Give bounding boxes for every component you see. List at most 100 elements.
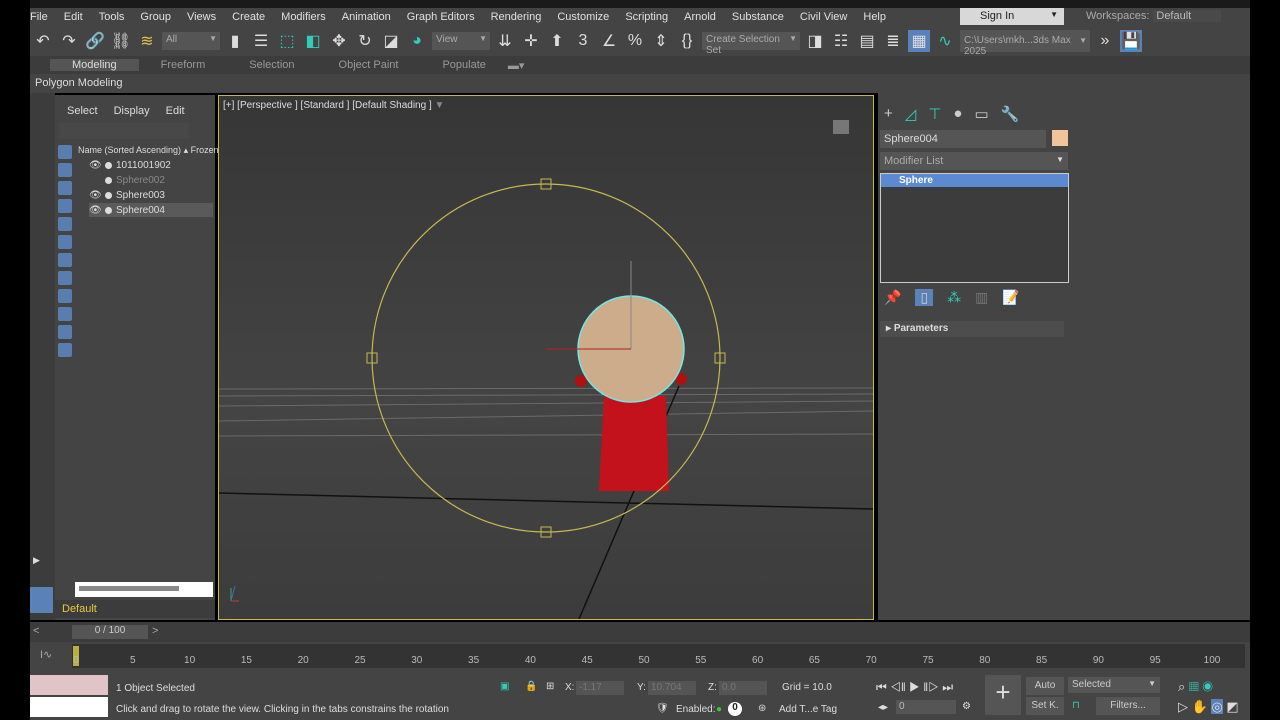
adaptive-degradation-icon[interactable]: 🛡 [656,703,669,714]
object-name-field[interactable]: Sphere004 [880,130,1046,148]
sign-in-dropdown[interactable]: Sign In ▼ [960,8,1064,25]
remove-modifier-icon[interactable]: ▥ [975,289,988,306]
select-manipulate-icon[interactable]: ✛ [520,30,542,52]
pin-stack-icon[interactable]: 📌 [884,289,901,306]
eye-icon[interactable]: 👁 [89,160,102,171]
eye-icon[interactable]: 👁 [89,205,102,216]
menu-help[interactable]: Help [855,11,894,23]
explorer-menu-display[interactable]: Display [114,105,150,117]
timeline-track[interactable]: 0 5 10 15 20 25 30 35 40 45 50 55 60 65 70 75 80 85 90 95 10… [72,644,1245,668]
menu-file[interactable]: File [30,11,56,23]
frozen-filter-icon[interactable] [58,325,72,339]
isolate-selection-icon[interactable]: ▣ [500,681,509,692]
overflow-chevron-icon[interactable]: » [1094,30,1116,52]
tab-selection[interactable]: Selection [227,59,316,71]
list-item[interactable]: Sphere002 [89,173,213,187]
key-filter-dropdown[interactable]: Selected ▼ [1068,677,1160,693]
zoom-extents-icon[interactable]: ◉ [1202,679,1212,694]
display-tab-icon[interactable]: ▭ [974,105,988,123]
spinner-snap-icon[interactable]: ⇕ [650,30,672,52]
rectangular-selection-icon[interactable]: ⬚ [276,30,298,52]
go-to-end-icon[interactable]: ⏭ [942,680,953,694]
menu-views[interactable]: Views [179,11,224,23]
prev-frame-arrow[interactable]: < [33,625,39,637]
save-icon[interactable]: 💾 [1120,29,1142,52]
render-dot-icon[interactable] [105,161,112,169]
current-frame-field[interactable]: 0 [896,700,956,714]
shapes-filter-icon[interactable] [58,163,72,177]
explorer-scrollbar[interactable] [75,582,213,597]
set-key-button[interactable]: Set K. [1026,697,1064,715]
groups-filter-icon[interactable] [58,253,72,267]
hidden-filter-icon[interactable] [58,343,72,357]
object-color-swatch[interactable] [1052,130,1068,146]
maximize-viewport-icon[interactable]: ◩ [1226,699,1238,714]
next-key-icon[interactable]: ‖▷ [923,680,939,694]
menu-arnold[interactable]: Arnold [676,11,724,23]
modify-tab-icon[interactable]: ◿ [905,105,917,123]
name-column-header[interactable]: Name (Sorted Ascending) ▴ Frozen [78,145,219,156]
explorer-menu-edit[interactable]: Edit [166,105,185,117]
tab-freeform[interactable]: Freeform [139,59,228,71]
place-icon[interactable]: ◕ [406,30,428,52]
orbit-icon[interactable]: ◎ [1211,699,1223,714]
link-icon[interactable]: 🔗 [84,30,106,52]
add-time-tag[interactable]: Add T...e Tag [779,704,837,715]
named-selection-set-dropdown[interactable]: Create Selection Set ▼ [702,31,800,56]
list-item[interactable]: 👁 1011001902 [89,158,213,172]
perspective-viewport[interactable]: [+] [Perspective ] [Standard ] [Default … [218,95,874,620]
time-configuration-icon[interactable]: ⚙ [962,701,971,712]
layer-dropdown[interactable]: Default [55,600,215,618]
viewcube-icon[interactable] [833,120,849,134]
prev-key-icon[interactable]: ◁‖ [890,680,906,694]
menu-animation[interactable]: Animation [334,11,399,23]
menu-create[interactable]: Create [224,11,273,23]
spacewarps-filter-icon[interactable] [58,235,72,249]
go-to-start-icon[interactable]: ⏮ [876,680,887,694]
explorer-menu-select[interactable]: Select [67,105,98,117]
scale-icon[interactable]: ◪ [380,30,402,52]
explorer-toggle-button[interactable] [30,587,53,613]
next-frame-arrow[interactable]: > [152,625,158,637]
key-filters-button[interactable]: Filters... [1096,697,1160,715]
align-icon[interactable]: ☷ [830,30,852,52]
containers-filter-icon[interactable] [58,307,72,321]
percent-snap-icon[interactable]: % [624,30,646,52]
parameters-rollout[interactable]: ▸ Parameters [880,321,1064,337]
x-coordinate-field[interactable]: -1.17 [576,681,624,695]
play-icon[interactable]: ▶ [909,680,920,694]
menu-group[interactable]: Group [132,11,179,23]
pivot-center-icon[interactable]: ⇊ [494,30,516,52]
auto-key-button[interactable]: Auto [1026,677,1064,695]
expand-arrow-icon[interactable]: ▶ [33,555,40,566]
snaps-toggle-icon[interactable]: 3 [572,30,594,52]
maxscript-listener-pink[interactable] [30,675,108,695]
utilities-tab-icon[interactable]: 🔧 [1001,105,1020,123]
zoom-icon[interactable]: ⌕ [1178,679,1185,694]
tab-populate[interactable]: Populate [420,59,507,71]
redo-icon[interactable]: ↷ [58,30,80,52]
modifier-stack[interactable]: Sphere [880,173,1069,283]
cameras-filter-icon[interactable] [58,199,72,213]
curve-editor-icon[interactable]: ∿ [934,30,956,52]
workspaces-selector[interactable]: Workspaces: Default [1086,10,1222,22]
select-object-icon[interactable]: ▮ [224,30,246,52]
curve-editor-mini-icon[interactable]: I∿ [40,648,52,661]
project-folder-dropdown[interactable]: C:\Users\mkh...3ds Max 2025 ▼ [960,29,1090,57]
time-slider[interactable]: < 0 / 100 > [30,622,1250,642]
geometry-filter-icon[interactable] [58,145,72,159]
menu-edit[interactable]: Edit [56,11,91,23]
polygon-modeling-panel[interactable]: Polygon Modeling [30,74,1250,93]
bind-space-warp-icon[interactable]: ≋ [136,30,158,52]
selection-filter-dropdown[interactable]: All ▼ [162,31,220,50]
helpers-filter-icon[interactable] [58,217,72,231]
explorer-search-field[interactable] [59,123,189,139]
reference-coordinate-dropdown[interactable]: View ▼ [432,31,490,50]
create-tab-icon[interactable]: + [884,105,893,123]
make-unique-icon[interactable]: ⁂ [947,289,961,306]
key-mode-icon[interactable]: ◂▸ [878,702,888,713]
z-coordinate-field[interactable]: 0.0 [719,681,767,695]
tab-object-paint[interactable]: Object Paint [317,59,421,71]
unlink-icon[interactable]: ⛓ [110,30,132,52]
time-tag-icon[interactable]: ⊛ [758,703,766,714]
